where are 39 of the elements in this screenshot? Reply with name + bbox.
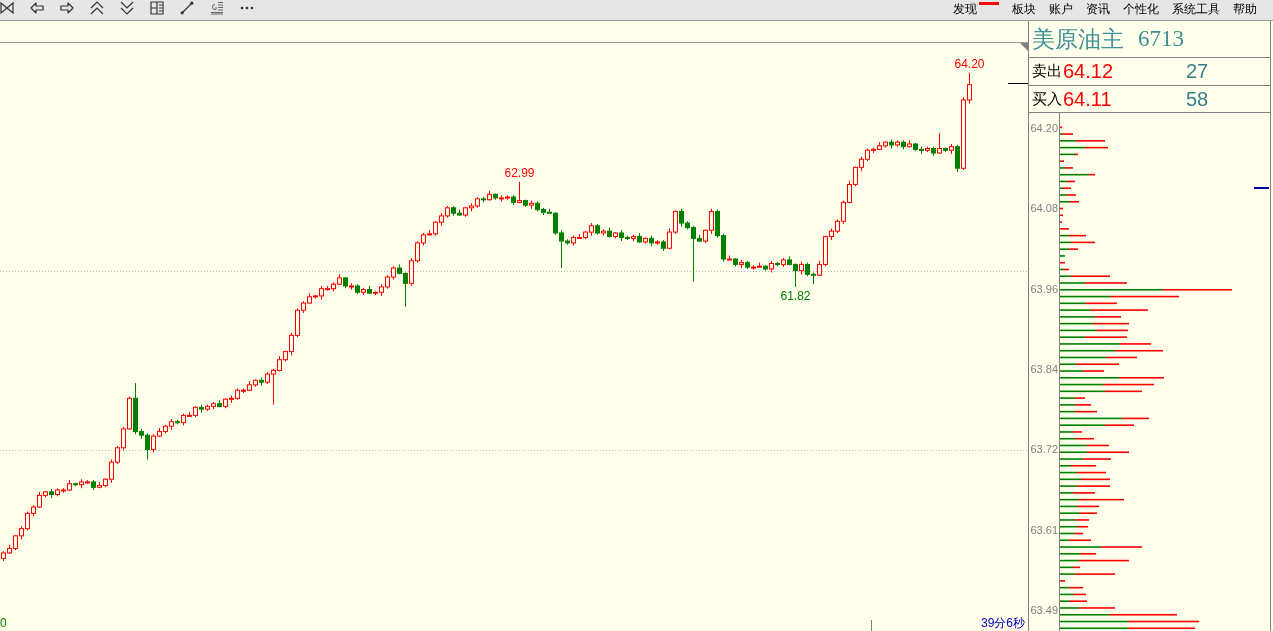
time-tick-mark bbox=[871, 619, 872, 631]
price-axis-label: 64.20 bbox=[1030, 122, 1058, 134]
arrow-left-icon[interactable] bbox=[30, 1, 44, 15]
menu-item[interactable]: 个性化 bbox=[1123, 2, 1159, 16]
quote-volume: 58 bbox=[1186, 87, 1209, 111]
quote-price: 64.11 bbox=[1063, 87, 1112, 111]
price-axis-label: 63.72 bbox=[1030, 443, 1058, 456]
menu-item[interactable]: 板块 bbox=[1012, 2, 1036, 16]
price-annotation: 62.99 bbox=[504, 165, 535, 180]
price-axis-label: 63.84 bbox=[1030, 362, 1058, 375]
quote-label: 卖出 bbox=[1032, 62, 1062, 81]
price-annotation: 61.82 bbox=[780, 288, 811, 303]
axis-zero-label: 0 bbox=[0, 616, 7, 630]
line-tool-icon[interactable] bbox=[180, 1, 194, 15]
price-axis-label: 64.08 bbox=[1030, 202, 1058, 215]
instrument-name: 美原油主 bbox=[1032, 25, 1124, 54]
price-marker-icon bbox=[1253, 187, 1270, 189]
price-tick-mark bbox=[1007, 83, 1029, 84]
layout-icon[interactable] bbox=[150, 1, 164, 15]
menu-item[interactable]: 发现 bbox=[953, 2, 999, 16]
quote-volume: 27 bbox=[1186, 60, 1209, 83]
menu-item[interactable]: 系统工具 bbox=[1172, 2, 1220, 16]
arrow-right-icon[interactable] bbox=[60, 1, 74, 15]
instrument-code: 6713 bbox=[1138, 26, 1184, 52]
flag-bar-icon bbox=[979, 2, 999, 5]
price-annotation: 64.20 bbox=[954, 57, 985, 71]
price-axis-label: 63.61 bbox=[1030, 523, 1058, 536]
quote-label: 买入 bbox=[1032, 89, 1062, 109]
menu-item[interactable]: 账户 bbox=[1049, 2, 1073, 16]
quote-price: 64.12 bbox=[1063, 60, 1114, 83]
bowtie-icon[interactable] bbox=[0, 1, 14, 15]
price-axis-label: 63.49 bbox=[1030, 603, 1058, 616]
countdown-timer: 39分6秒 bbox=[980, 616, 1025, 630]
double-chevron-up-icon[interactable] bbox=[90, 1, 104, 15]
menu-item[interactable]: 资讯 bbox=[1086, 2, 1110, 16]
text-lines-icon[interactable] bbox=[210, 1, 224, 15]
menu-item[interactable]: 帮助 bbox=[1233, 2, 1257, 16]
double-chevron-down-icon[interactable] bbox=[120, 1, 134, 15]
price-axis-label: 63.96 bbox=[1030, 282, 1058, 295]
